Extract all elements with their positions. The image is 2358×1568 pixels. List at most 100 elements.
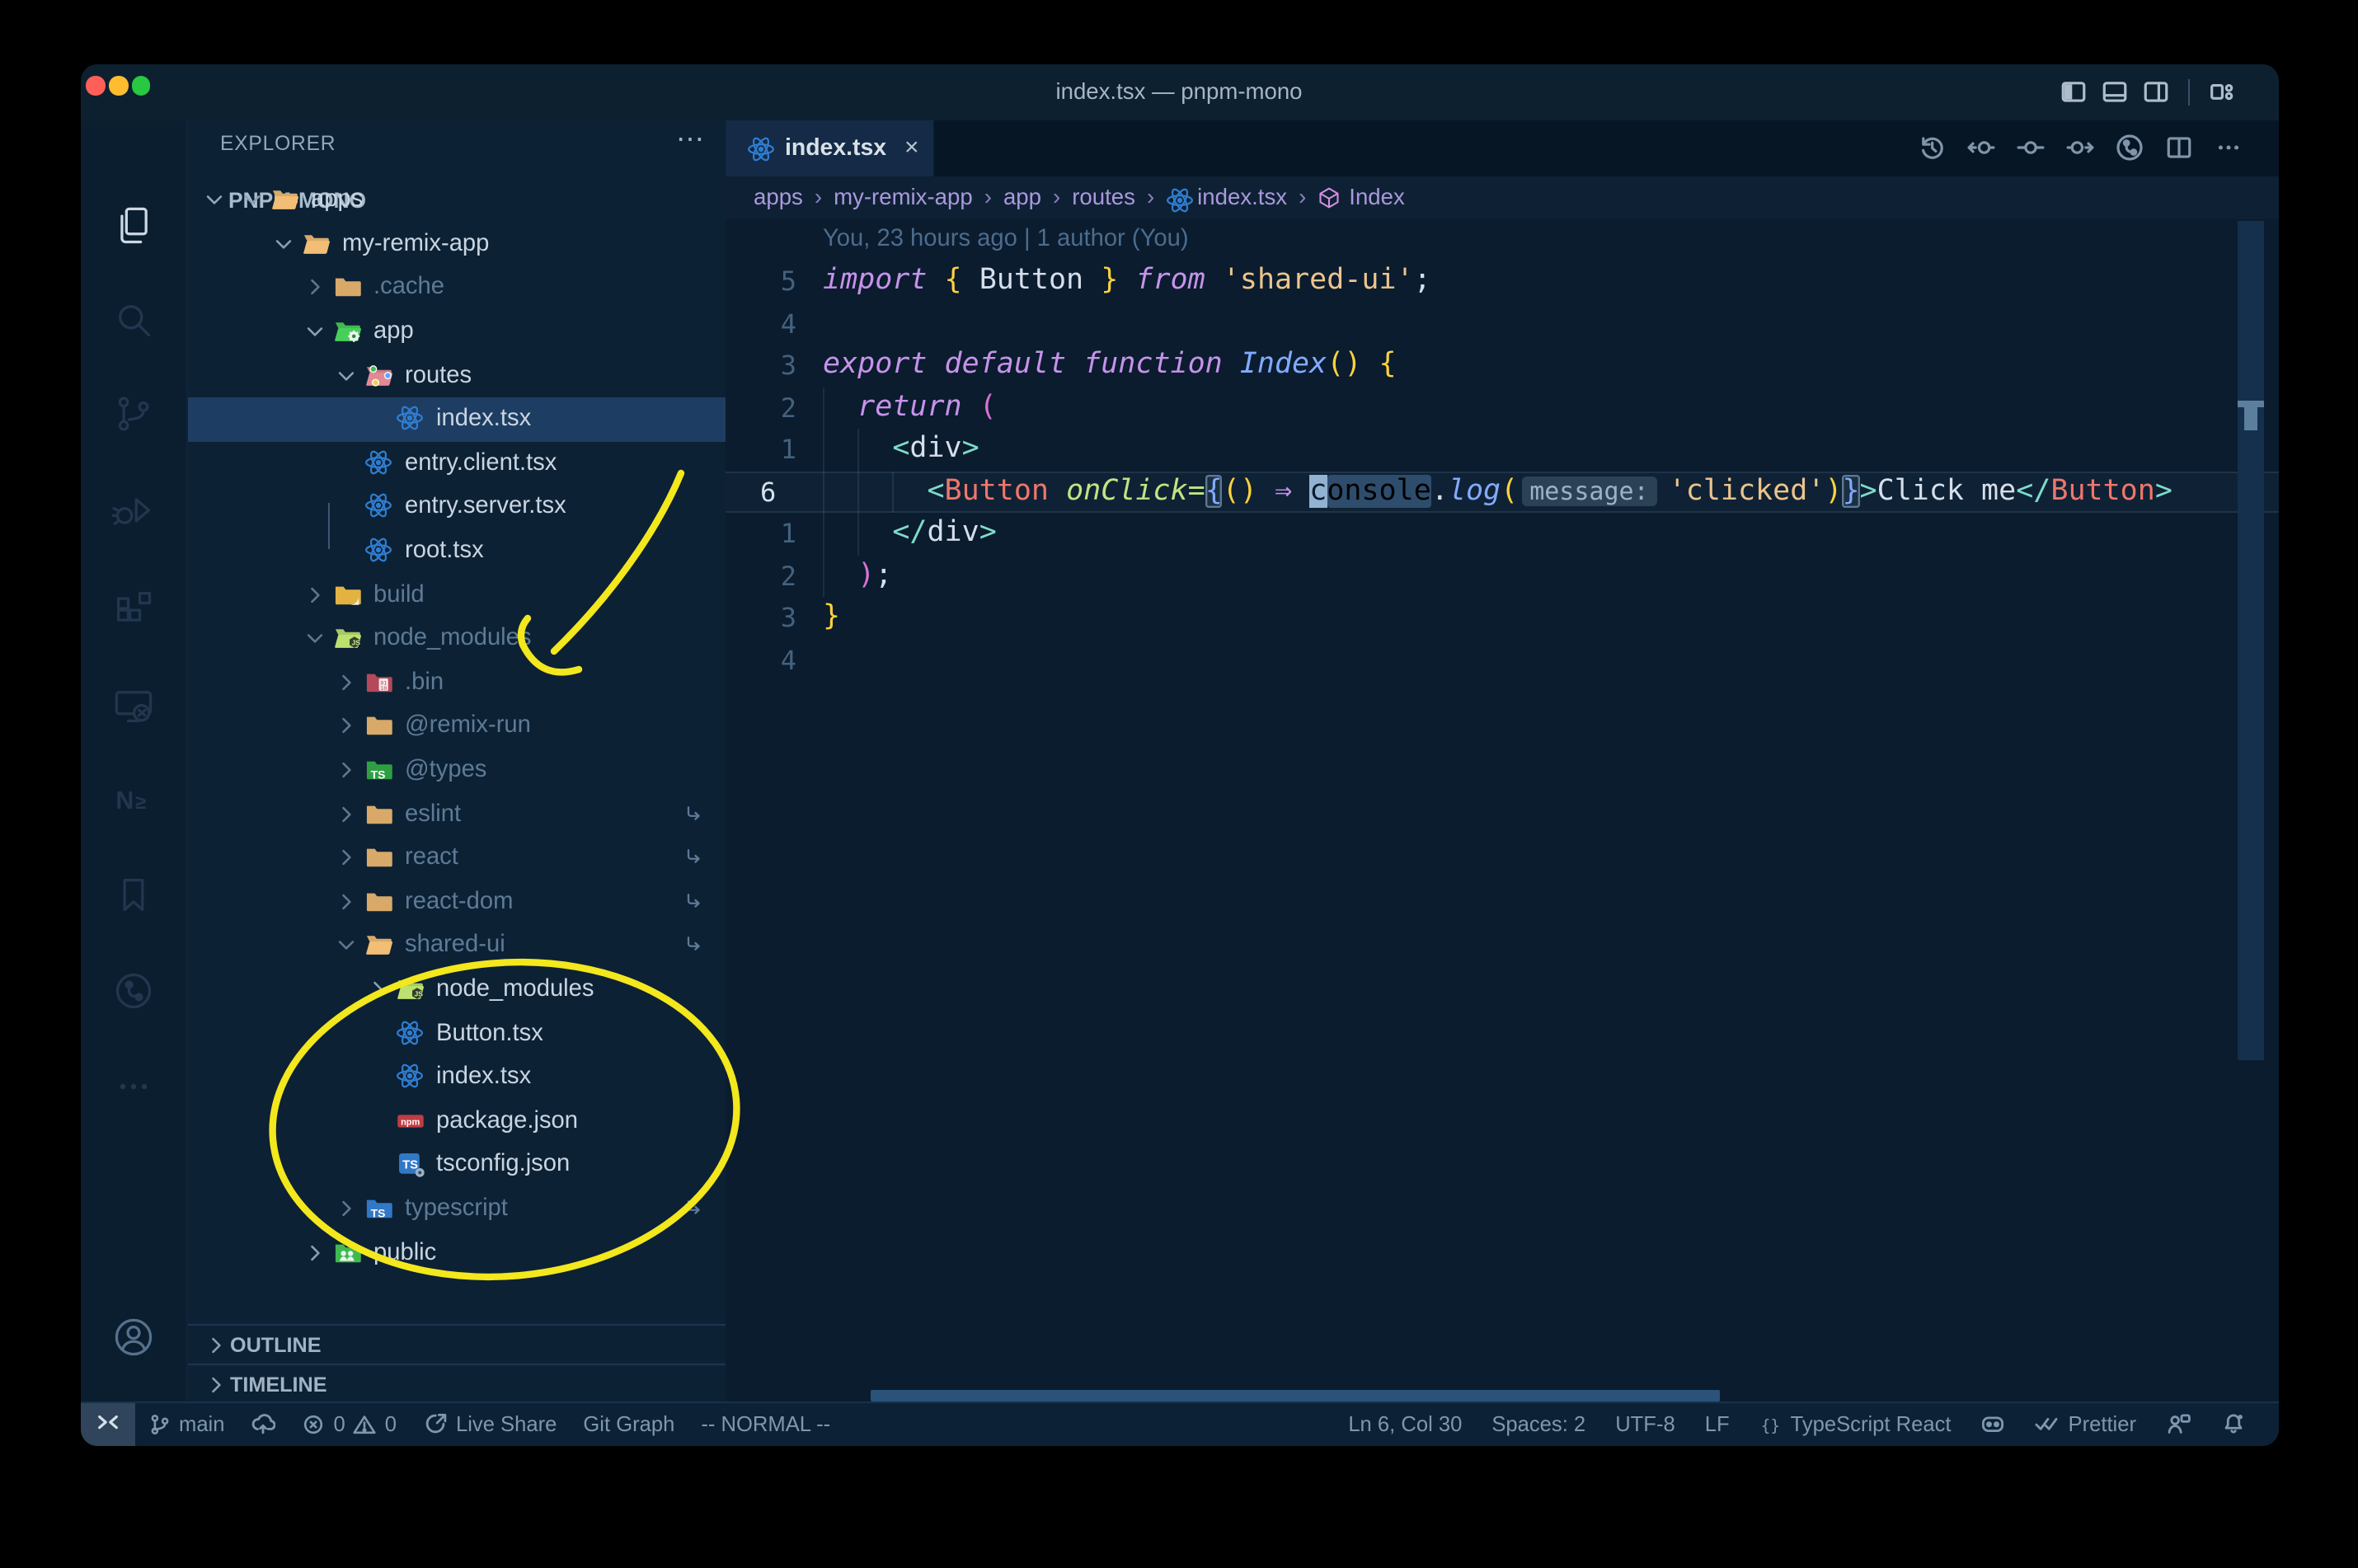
tree-item-node_modules[interactable]: JS node_modules xyxy=(187,617,727,660)
activity-explorer[interactable] xyxy=(80,192,186,258)
outline-section-header[interactable]: OUTLINE xyxy=(187,1324,727,1365)
breadcrumb: apps › my-remix-app › app › routes › index.tsx ›… xyxy=(726,176,2278,220)
tree-item-tsconfig.json[interactable]: TS tsconfig.json xyxy=(187,1143,727,1186)
tree-item-build[interactable]: build xyxy=(187,573,727,617)
tree-item-routes[interactable]: routes xyxy=(187,354,727,397)
close-tab-icon[interactable]: × xyxy=(904,134,919,162)
status-feedback[interactable] xyxy=(2153,1403,2204,1445)
line-number: 4 xyxy=(780,307,796,339)
breadcrumb-item-index.tsx[interactable]: index.tsx xyxy=(1166,185,1287,212)
status-language-mode[interactable]: {} TypeScript React xyxy=(1746,1403,1965,1445)
breadcrumb-item-index[interactable]: Index xyxy=(1318,185,1405,209)
next-change-button[interactable] xyxy=(2065,134,2093,162)
status-git-graph[interactable]: Git Graph xyxy=(570,1403,688,1445)
status-copilot[interactable] xyxy=(1968,1403,2019,1445)
tree-item-eslint[interactable]: eslint xyxy=(187,792,727,836)
timeline-button[interactable] xyxy=(1917,134,1945,162)
activity-git-graph[interactable] xyxy=(80,958,186,1024)
status-encoding[interactable]: UTF-8 xyxy=(1602,1403,1689,1445)
status-prettier[interactable]: Prettier xyxy=(2022,1403,2150,1445)
breadcrumb-item-apps[interactable]: apps xyxy=(754,185,803,209)
status-indentation-label: Spaces: 2 xyxy=(1491,1411,1586,1437)
status-eol[interactable]: LF xyxy=(1692,1403,1743,1445)
tree-item-apps[interactable]: apps xyxy=(187,178,727,222)
code-editor[interactable]: You, 23 hours ago | 1 author (You) 5 impo… xyxy=(726,218,2278,1403)
extensions-icon xyxy=(111,587,154,630)
react-icon xyxy=(747,135,774,162)
status-publish-sync[interactable] xyxy=(238,1403,289,1445)
tree-item-app[interactable]: app xyxy=(187,310,727,354)
tree-item-label: .bin xyxy=(405,669,444,696)
status-live-share[interactable]: Live Share xyxy=(410,1403,570,1445)
tree-item-label: node_modules xyxy=(373,625,532,652)
tree-item-.cache[interactable]: .cache xyxy=(187,265,727,309)
activity-remote-explorer[interactable] xyxy=(80,673,186,739)
sidebar-more-actions-icon[interactable]: ⋯ xyxy=(676,123,704,156)
tree-item-label: package.json xyxy=(436,1107,579,1134)
tree-item-node_modules[interactable]: JS node_modules xyxy=(187,967,727,1011)
activity-nx-console[interactable]: N ≥ xyxy=(80,767,186,833)
status-notifications[interactable] xyxy=(2207,1403,2258,1445)
titlebar: index.tsx — pnpm-mono xyxy=(80,63,2278,120)
tree-item-react-dom[interactable]: react-dom xyxy=(187,880,727,923)
npm-icon: npm xyxy=(395,1106,425,1136)
status-vim-mode[interactable]: -- NORMAL -- xyxy=(688,1403,843,1445)
activity-accounts[interactable] xyxy=(80,1303,186,1369)
tree-item-public[interactable]: public xyxy=(187,1231,727,1275)
tree-item-Button.tsx[interactable]: Button.tsx xyxy=(187,1012,727,1055)
cloud-upload-icon xyxy=(251,1412,276,1437)
status-indentation[interactable]: Spaces: 2 xyxy=(1478,1403,1599,1445)
tree-item-label: @remix-run xyxy=(405,712,531,739)
breadcrumb-separator: › xyxy=(814,185,823,209)
tree-item-@types[interactable]: TS @types xyxy=(187,748,727,791)
breadcrumb-item-app[interactable]: app xyxy=(1003,185,1041,209)
tab-index-tsx[interactable]: index.tsx × xyxy=(726,120,935,176)
status-eol-label: LF xyxy=(1704,1411,1730,1437)
status-problems[interactable]: 00 xyxy=(289,1403,411,1445)
customize-layout-button[interactable] xyxy=(2207,77,2235,106)
tree-item-index.tsx[interactable]: index.tsx xyxy=(187,397,727,442)
tree-item-@remix-run[interactable]: @remix-run xyxy=(187,704,727,748)
toggle-secondary-sidebar-button[interactable] xyxy=(2141,77,2169,106)
horizontal-scrollbar[interactable] xyxy=(871,1389,1720,1401)
git-branch-circle-button[interactable] xyxy=(2115,134,2143,162)
tree-item-shared-ui[interactable]: shared-ui xyxy=(187,923,727,967)
tree-item-root.tsx[interactable]: root.tsx xyxy=(187,529,727,573)
symlink-icon xyxy=(683,934,706,957)
previous-change-button[interactable] xyxy=(1966,134,1994,162)
activity-extensions[interactable] xyxy=(80,575,186,641)
timeline-section-header[interactable]: TIMELINE xyxy=(187,1364,727,1405)
sidebar-title: EXPLORER xyxy=(220,131,336,154)
breadcrumb-item-routes[interactable]: routes xyxy=(1072,185,1135,209)
activity-run-debug[interactable] xyxy=(80,478,186,544)
folder-tan-icon xyxy=(332,273,362,303)
tree-item-entry.server.tsx[interactable]: entry.server.tsx xyxy=(187,485,727,528)
split-editor-button[interactable] xyxy=(2164,134,2192,162)
tree-item-typescript[interactable]: TS typescript xyxy=(187,1186,727,1230)
tree-item-.bin[interactable]: 01 10 .bin xyxy=(187,660,727,704)
status-git-branch[interactable]: main xyxy=(134,1403,238,1445)
activity-source-control[interactable] xyxy=(80,381,186,447)
current-change-button[interactable] xyxy=(2016,134,2044,162)
symlink-icon xyxy=(683,890,706,913)
activity-search[interactable] xyxy=(80,286,186,352)
file-tree: apps my-remix-app .cache app routes inde… xyxy=(187,178,727,1275)
more-actions-button[interactable] xyxy=(2214,134,2242,162)
vertical-scrollbar[interactable] xyxy=(2238,220,2264,1059)
status-cursor-position[interactable]: Ln 6, Col 30 xyxy=(1335,1403,1475,1445)
breadcrumb-item-my-remix-app[interactable]: my-remix-app xyxy=(834,185,973,209)
activity-bookmarks[interactable] xyxy=(80,862,186,928)
files-icon xyxy=(111,204,154,246)
tree-item-entry.client.tsx[interactable]: entry.client.tsx xyxy=(187,441,727,485)
status-remote-window[interactable] xyxy=(80,1403,134,1445)
line-number: 2 xyxy=(780,392,796,423)
tree-item-index.tsx[interactable]: index.tsx xyxy=(187,1055,727,1099)
activity-more-views[interactable] xyxy=(80,1053,186,1119)
code-line: 2 return ( xyxy=(726,387,2278,429)
tree-item-react[interactable]: react xyxy=(187,836,727,880)
toggle-primary-sidebar-button[interactable] xyxy=(2059,77,2087,106)
tree-item-package.json[interactable]: npm package.json xyxy=(187,1099,727,1143)
tree-item-label: .cache xyxy=(373,274,444,301)
toggle-panel-button[interactable] xyxy=(2100,77,2128,106)
tree-item-my-remix-app[interactable]: my-remix-app xyxy=(187,222,727,265)
